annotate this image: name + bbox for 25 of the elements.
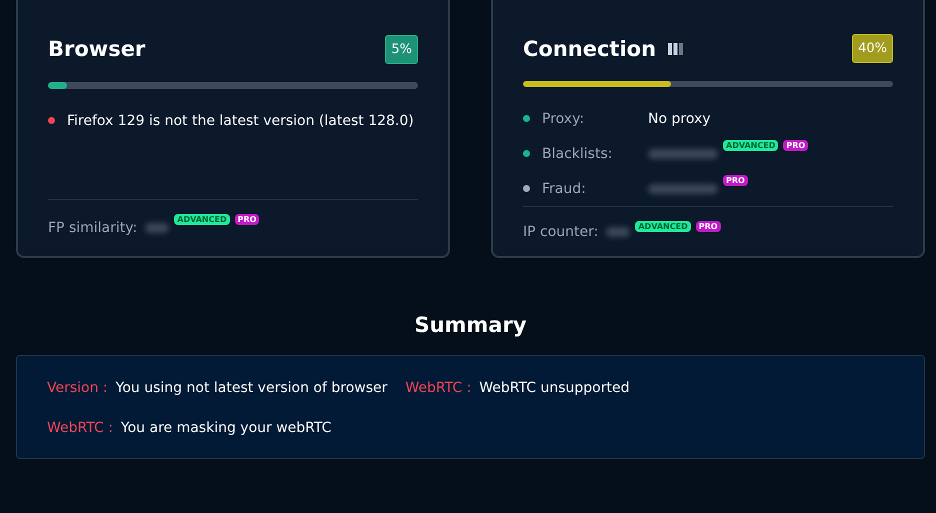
status-text: Firefox 129 is not the latest version (latest 128.0) xyxy=(67,112,414,128)
tier-badge: PRO xyxy=(783,140,808,152)
summary-key: WebRTC : xyxy=(405,380,472,396)
summary-value: WebRTC unsupported xyxy=(479,380,630,396)
percent-badge: 5% xyxy=(385,34,418,64)
section-title: Summary xyxy=(413,313,528,337)
card-title: Connection xyxy=(523,36,656,60)
tier-badge: PRO xyxy=(234,214,260,225)
card-title: Browser xyxy=(48,37,146,61)
tier-badge: PRO xyxy=(723,175,748,186)
percent-badge: 40% xyxy=(852,34,893,63)
tier-badge: ADVANCED xyxy=(635,221,691,232)
summary-key: Version : xyxy=(47,380,108,396)
field-label: Fraud: xyxy=(542,180,587,197)
footer-label: IP counter: xyxy=(523,224,598,240)
tier-badge: ADVANCED xyxy=(723,140,778,152)
field-value: No proxy xyxy=(648,110,711,127)
tier-badge: ADVANCED xyxy=(174,214,230,225)
summary-key: WebRTC : xyxy=(47,420,113,436)
field-label: Blacklists: xyxy=(542,146,614,162)
summary-value: You are masking your webRTC xyxy=(120,420,332,436)
tier-badge: PRO xyxy=(696,221,721,232)
field-label: Proxy: xyxy=(542,110,586,127)
summary-value: You using not latest version of browser xyxy=(116,380,388,396)
footer-label: FP similarity: xyxy=(48,220,138,236)
